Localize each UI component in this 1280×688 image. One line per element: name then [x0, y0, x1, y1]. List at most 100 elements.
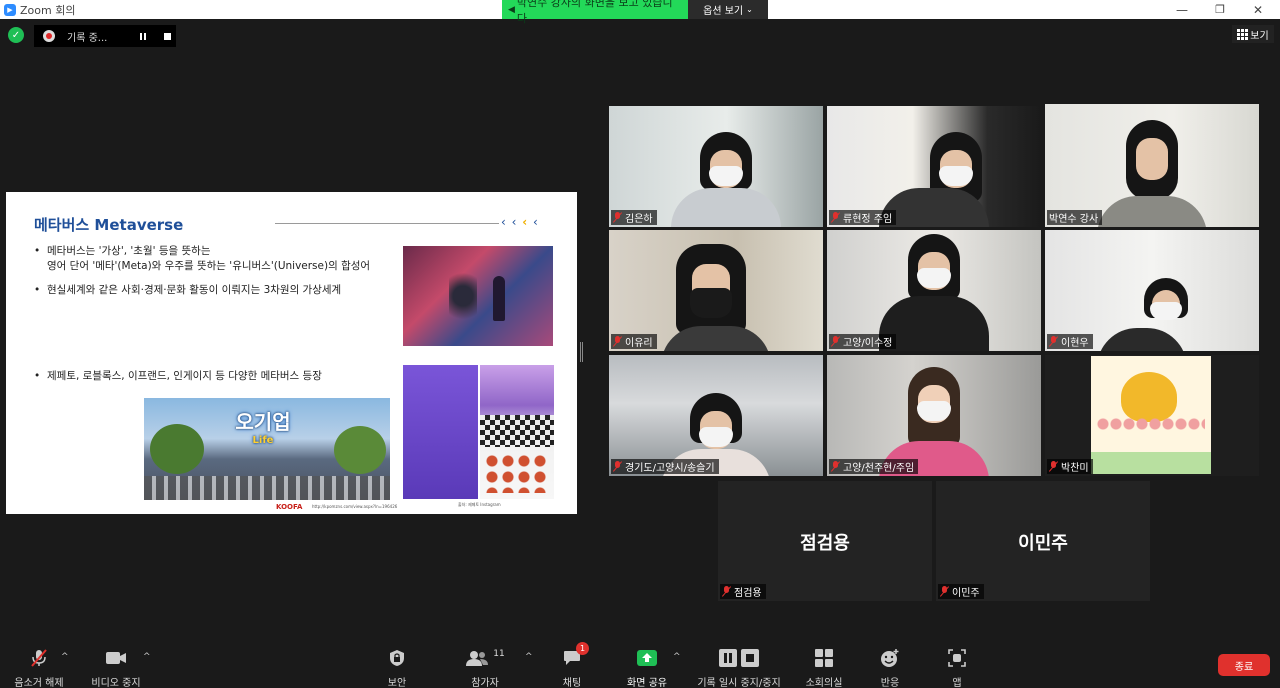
profile-picture — [1091, 356, 1211, 474]
slide-bullet: 메타버스는 '가상', '초월' 등을 뜻하는 영어 단어 '메타'(Meta)… — [34, 244, 370, 274]
slide-bullet: 현실세계와 같은 사회·경제·문화 활동이 이뤄지는 3차원의 가상세계 — [34, 283, 341, 298]
mic-off-icon — [29, 648, 49, 668]
minimize-button[interactable]: — — [1162, 0, 1202, 19]
slide-bullet: 제페토, 로블록스, 이프랜드, 인게이지 등 다양한 메타버스 등장 — [34, 369, 322, 384]
speaker-icon: ◀ — [508, 4, 515, 15]
view-label: 보기 — [1250, 30, 1269, 42]
shared-screen[interactable]: 메타버스 Metaverse ‹ ‹ ‹ ‹ 메타버스는 '가상', '초월' … — [6, 192, 577, 514]
meeting-toolbar: 음소거 해제 ^ 비디오 중지 ^ 보안 11 참가자 ^ 1 채팅 화면 공유… — [0, 638, 1280, 688]
restore-button[interactable]: ❐ — [1200, 0, 1240, 19]
pause-stop-recording-button[interactable]: 기록 일시 중지/중지 — [692, 648, 786, 688]
slide-title: 메타버스 Metaverse — [34, 216, 184, 234]
view-options-button[interactable]: 옵션 보기 ⌄ — [688, 0, 768, 19]
unmute-button[interactable]: 음소거 해제 — [12, 648, 66, 688]
game-logo: 오기업 Life — [235, 410, 291, 446]
koofa-logo: KOOFA — [276, 503, 303, 511]
share-banner: ◀ 박연수 강사의 화면을 보고 있습니다 옵션 보기 ⌄ — [502, 0, 768, 25]
window-title: Zoom 회의 — [20, 3, 76, 17]
participant-name-label: 박연수 강사 — [1047, 210, 1103, 225]
stop-recording-button[interactable] — [160, 29, 174, 43]
audio-options-caret[interactable]: ^ — [61, 652, 69, 662]
stop-video-button[interactable]: 비디오 중지 — [88, 648, 144, 688]
participants-count: 11 — [493, 649, 505, 659]
pause-recording-button[interactable] — [136, 29, 150, 43]
participant-name-label: 김은하 — [611, 210, 657, 225]
participant-name-label: 경기도/고양시/송슬기 — [611, 459, 719, 474]
view-options-label: 옵션 보기 — [703, 6, 744, 17]
chat-unread-badge: 1 — [576, 642, 589, 655]
view-button[interactable]: 보기 — [1232, 25, 1274, 43]
security-shield-icon — [389, 648, 405, 668]
participant-name-label: 이현우 — [1047, 334, 1093, 349]
participant-name-label: 고양/천주현/주임 — [829, 459, 919, 474]
share-screen-button[interactable]: 화면 공유 — [624, 648, 670, 688]
share-status: ◀ 박연수 강사의 화면을 보고 있습니다 — [502, 0, 688, 25]
participant-name-label: 점검용 — [720, 584, 766, 599]
video-tile[interactable]: 고양/천주현/주임 — [827, 355, 1041, 476]
zoom-app-icon: ▶ — [4, 3, 16, 16]
video-tile[interactable]: 류현정 주임 — [827, 106, 1041, 227]
participants-options-caret[interactable]: ^ — [525, 652, 533, 662]
participant-name-label: 박찬미 — [1047, 459, 1093, 474]
video-tile[interactable]: 김은하 — [609, 106, 823, 227]
participant-name-label: 이민주 — [938, 584, 984, 599]
pause-stop-icons — [719, 648, 759, 668]
split-view-handle[interactable] — [580, 342, 583, 362]
chat-button[interactable]: 1 채팅 — [557, 642, 589, 688]
name-tile[interactable]: 점검용 점검용 — [718, 481, 932, 601]
participants-button[interactable]: 11 참가자 — [464, 648, 506, 688]
video-options-caret[interactable]: ^ — [143, 652, 151, 662]
mic-off-icon — [940, 586, 949, 597]
mic-off-icon — [831, 336, 840, 347]
reactions-icon — [880, 648, 900, 668]
participant-name-label: 류현정 주임 — [829, 210, 897, 225]
breakout-rooms-icon — [815, 648, 833, 668]
participant-name-label: 이유리 — [611, 334, 657, 349]
share-status-text: 박연수 강사의 화면을 보고 있습니다 — [516, 0, 673, 25]
reactions-button[interactable]: 반응 — [875, 648, 905, 688]
video-tile[interactable]: 고양/이수정 — [827, 230, 1041, 351]
mic-off-icon — [613, 461, 622, 472]
source-caption: 출처: 제페토 Instagram — [458, 502, 501, 507]
participant-name-label: 고양/이수정 — [829, 334, 897, 349]
video-tile[interactable]: 이현우 — [1045, 230, 1259, 351]
video-tile[interactable]: 박찬미 — [1045, 355, 1259, 476]
security-button[interactable]: 보안 — [381, 648, 413, 688]
recording-label: 기록 중... — [67, 32, 108, 44]
video-icon — [105, 648, 127, 668]
source-url: http://kpomzns.com/view.aspx?ln=196426 — [312, 504, 398, 509]
zepeto-screenshot-left — [403, 365, 478, 499]
slide-title-rule — [275, 223, 499, 224]
game-city-image: 오기업 Life — [144, 398, 390, 500]
record-icon — [43, 30, 55, 42]
chat-icon: 1 — [563, 642, 589, 668]
zoom-window: ▶ Zoom 회의 — ❐ ✕ ◀ 박연수 강사의 화면을 보고 있습니다 옵션… — [0, 0, 1280, 688]
grid-view-icon — [1237, 28, 1249, 40]
participant-display-name: 점검용 — [800, 533, 850, 554]
end-meeting-button[interactable]: 종료 — [1218, 654, 1270, 676]
participant-display-name: 이민주 — [1018, 533, 1068, 554]
share-screen-icon — [637, 648, 657, 668]
slide-arrow-decoration: ‹ ‹ ‹ ‹ — [501, 215, 539, 229]
apps-icon — [948, 648, 966, 668]
apps-button[interactable]: 앱 — [944, 648, 970, 688]
breakout-rooms-button[interactable]: 소회의실 — [802, 648, 846, 688]
video-tile[interactable]: 이유리 — [609, 230, 823, 351]
mic-off-icon — [831, 461, 840, 472]
participants-icon: 11 — [465, 648, 505, 668]
mic-off-icon — [613, 212, 622, 223]
recording-bar: 기록 중... — [34, 25, 176, 47]
name-tile[interactable]: 이민주 이민주 — [936, 481, 1150, 601]
close-button[interactable]: ✕ — [1238, 0, 1278, 19]
mic-off-icon — [831, 212, 840, 223]
mic-off-icon — [1049, 336, 1058, 347]
chevron-down-icon: ⌄ — [746, 5, 753, 14]
mic-off-icon — [1049, 461, 1058, 472]
mic-off-icon — [613, 336, 622, 347]
mic-off-icon — [722, 586, 731, 597]
shield-check-icon[interactable]: ✓ — [8, 27, 24, 43]
metaverse-illustration — [403, 246, 553, 346]
video-tile[interactable]: 경기도/고양시/송슬기 — [609, 355, 823, 476]
share-options-caret[interactable]: ^ — [673, 652, 681, 662]
video-tile-active-speaker[interactable]: 박연수 강사 — [1045, 104, 1259, 227]
